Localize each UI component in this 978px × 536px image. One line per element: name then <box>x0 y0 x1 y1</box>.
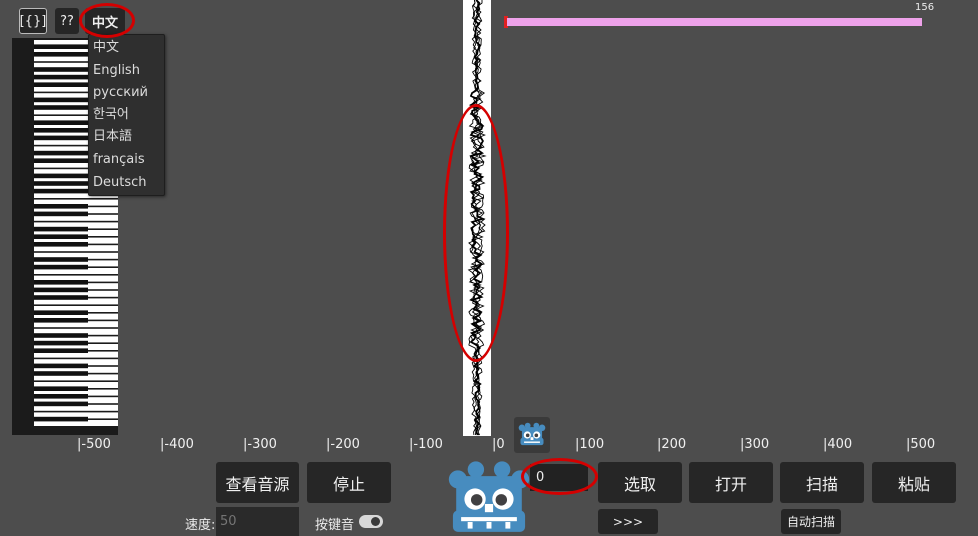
language-option-ko[interactable]: 한국어 <box>93 104 163 126</box>
language-option-en[interactable]: English <box>93 60 163 82</box>
language-button[interactable]: 中文 <box>85 8 125 34</box>
black-key[interactable] <box>34 264 88 270</box>
black-key[interactable] <box>34 211 88 217</box>
black-key[interactable] <box>34 120 88 125</box>
ruler-tick: |-300 <box>243 437 277 452</box>
black-key[interactable] <box>34 318 88 323</box>
ruler-tick: |-500 <box>77 437 111 452</box>
speed-label: 速度: <box>185 518 216 533</box>
open-button[interactable]: 打开 <box>689 462 773 503</box>
black-key[interactable] <box>34 280 88 285</box>
language-menu[interactable]: 中文 English русский 한국어 日本語 français Deut… <box>88 34 165 196</box>
app-window: [{}] ?? 中文 中文 English русский 한국어 日本語 fr… <box>0 0 978 536</box>
ruler-tick: |-100 <box>409 437 443 452</box>
black-key[interactable] <box>34 226 88 232</box>
black-key[interactable] <box>34 234 88 239</box>
black-key[interactable] <box>34 135 88 141</box>
language-option-ru[interactable]: русский <box>93 82 163 104</box>
godot-logo-icon <box>448 458 530 536</box>
key-sound-label: 按键音 <box>315 518 355 533</box>
black-key[interactable] <box>34 188 88 194</box>
black-key[interactable] <box>34 295 88 300</box>
select-button[interactable]: 选取 <box>598 462 682 503</box>
black-key[interactable] <box>34 416 88 422</box>
ruler-tick: |0 <box>492 437 505 452</box>
black-key[interactable] <box>34 82 88 87</box>
black-key[interactable] <box>34 394 88 399</box>
black-key[interactable] <box>34 340 88 346</box>
black-key[interactable] <box>34 97 88 103</box>
black-key[interactable] <box>34 150 88 156</box>
language-option-zh[interactable]: 中文 <box>93 37 163 59</box>
ruler-tick: |100 <box>575 437 605 452</box>
ruler-tick: |200 <box>657 437 687 452</box>
black-key[interactable] <box>34 333 88 338</box>
black-key[interactable] <box>34 105 88 110</box>
stop-button[interactable]: 停止 <box>307 462 391 503</box>
progress-max-label: 156 <box>915 2 935 13</box>
black-key[interactable] <box>34 257 88 262</box>
auto-scan-button[interactable]: 自动扫描 <box>781 509 841 534</box>
black-key[interactable] <box>34 363 88 369</box>
help-button[interactable]: ?? <box>55 8 79 34</box>
ruler-tick: |-200 <box>326 437 360 452</box>
black-key[interactable] <box>34 348 88 353</box>
waveform-trace <box>467 0 487 436</box>
toggle-knob <box>371 517 380 526</box>
ruler-tick: |300 <box>740 437 770 452</box>
scan-button[interactable]: 扫描 <box>780 462 864 503</box>
forward-button[interactable]: >>> <box>598 509 658 534</box>
black-key[interactable] <box>34 181 88 186</box>
black-key[interactable] <box>34 173 88 179</box>
ruler-tick: |500 <box>906 437 936 452</box>
black-key[interactable] <box>34 401 88 407</box>
black-key[interactable] <box>34 67 88 72</box>
godot-icon[interactable] <box>514 417 550 453</box>
paste-button[interactable]: 粘贴 <box>872 462 956 503</box>
waveform-view[interactable] <box>463 0 491 436</box>
godot-icon-graphic <box>518 422 546 446</box>
godot-logo-graphic <box>448 461 530 532</box>
progress-bar <box>507 18 922 26</box>
black-key[interactable] <box>34 242 88 247</box>
key-sound-toggle[interactable] <box>359 515 383 528</box>
ruler-tick: |-400 <box>160 437 194 452</box>
number-field[interactable] <box>530 464 588 491</box>
language-option-fr[interactable]: français <box>93 149 163 171</box>
black-key[interactable] <box>34 310 88 315</box>
language-option-de[interactable]: Deutsch <box>93 172 163 194</box>
language-option-ja[interactable]: 日本語 <box>93 126 163 148</box>
black-key[interactable] <box>34 287 88 293</box>
black-key[interactable] <box>34 52 88 57</box>
ruler-tick: |400 <box>823 437 853 452</box>
speed-input[interactable] <box>216 507 299 536</box>
black-key[interactable] <box>34 44 88 49</box>
black-key[interactable] <box>34 128 88 133</box>
brackets-button[interactable]: [{}] <box>19 8 47 34</box>
black-key[interactable] <box>34 386 88 391</box>
black-key[interactable] <box>34 371 88 376</box>
black-key[interactable] <box>34 204 88 209</box>
black-key[interactable] <box>34 74 88 80</box>
black-key[interactable] <box>34 158 88 163</box>
view-source-button[interactable]: 查看音源 <box>216 462 299 503</box>
